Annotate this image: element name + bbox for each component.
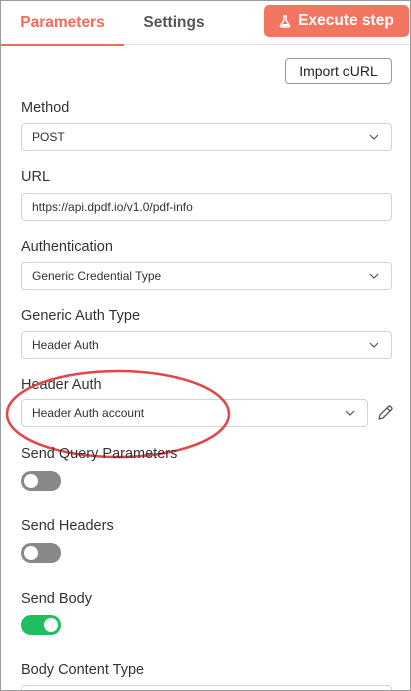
authentication-value: Generic Credential Type bbox=[32, 269, 162, 283]
generic-auth-type-label: Generic Auth Type bbox=[21, 308, 141, 324]
url-value: https://api.dpdf.io/v1.0/pdf-info bbox=[32, 200, 193, 214]
send-query-parameters-label: Send Query Parameters bbox=[21, 446, 178, 462]
execute-step-button[interactable]: Execute step bbox=[264, 5, 409, 37]
generic-auth-type-select[interactable]: Header Auth bbox=[21, 331, 392, 359]
send-query-parameters-toggle[interactable] bbox=[21, 471, 61, 491]
body-content-type-label: Body Content Type bbox=[21, 662, 145, 678]
method-value: POST bbox=[32, 130, 65, 144]
send-headers-toggle[interactable] bbox=[21, 543, 61, 563]
toggle-knob bbox=[44, 618, 58, 632]
node-parameters-panel: Parameters Settings Execute step Import … bbox=[0, 0, 411, 691]
header-auth-label: Header Auth bbox=[21, 377, 102, 393]
chevron-down-icon bbox=[369, 134, 379, 140]
import-curl-button[interactable]: Import cURL bbox=[285, 58, 392, 84]
flask-icon bbox=[279, 14, 291, 28]
body-content-type-select[interactable] bbox=[21, 685, 392, 690]
send-body-toggle[interactable] bbox=[21, 615, 61, 635]
url-label: URL bbox=[21, 169, 51, 185]
authentication-select[interactable]: Generic Credential Type bbox=[21, 262, 392, 290]
generic-auth-type-value: Header Auth bbox=[32, 338, 99, 352]
method-label: Method bbox=[21, 100, 70, 116]
send-headers-label: Send Headers bbox=[21, 518, 114, 534]
chevron-down-icon bbox=[369, 273, 379, 279]
authentication-label: Authentication bbox=[21, 239, 113, 255]
tab-bar: Parameters Settings Execute step bbox=[1, 1, 410, 46]
toggle-knob bbox=[24, 546, 38, 560]
chevron-down-icon bbox=[345, 410, 355, 416]
execute-step-label: Execute step bbox=[298, 12, 394, 29]
url-input[interactable]: https://api.dpdf.io/v1.0/pdf-info bbox=[21, 193, 392, 221]
tab-settings[interactable]: Settings bbox=[124, 1, 224, 45]
method-select[interactable]: POST bbox=[21, 123, 392, 151]
tab-parameters[interactable]: Parameters bbox=[1, 1, 124, 46]
chevron-down-icon bbox=[369, 342, 379, 348]
send-body-label: Send Body bbox=[21, 591, 92, 607]
header-auth-value: Header Auth account bbox=[32, 406, 145, 420]
toggle-knob bbox=[24, 474, 38, 488]
edit-credential-pencil-icon[interactable] bbox=[376, 404, 394, 422]
header-auth-credential-select[interactable]: Header Auth account bbox=[21, 399, 368, 427]
